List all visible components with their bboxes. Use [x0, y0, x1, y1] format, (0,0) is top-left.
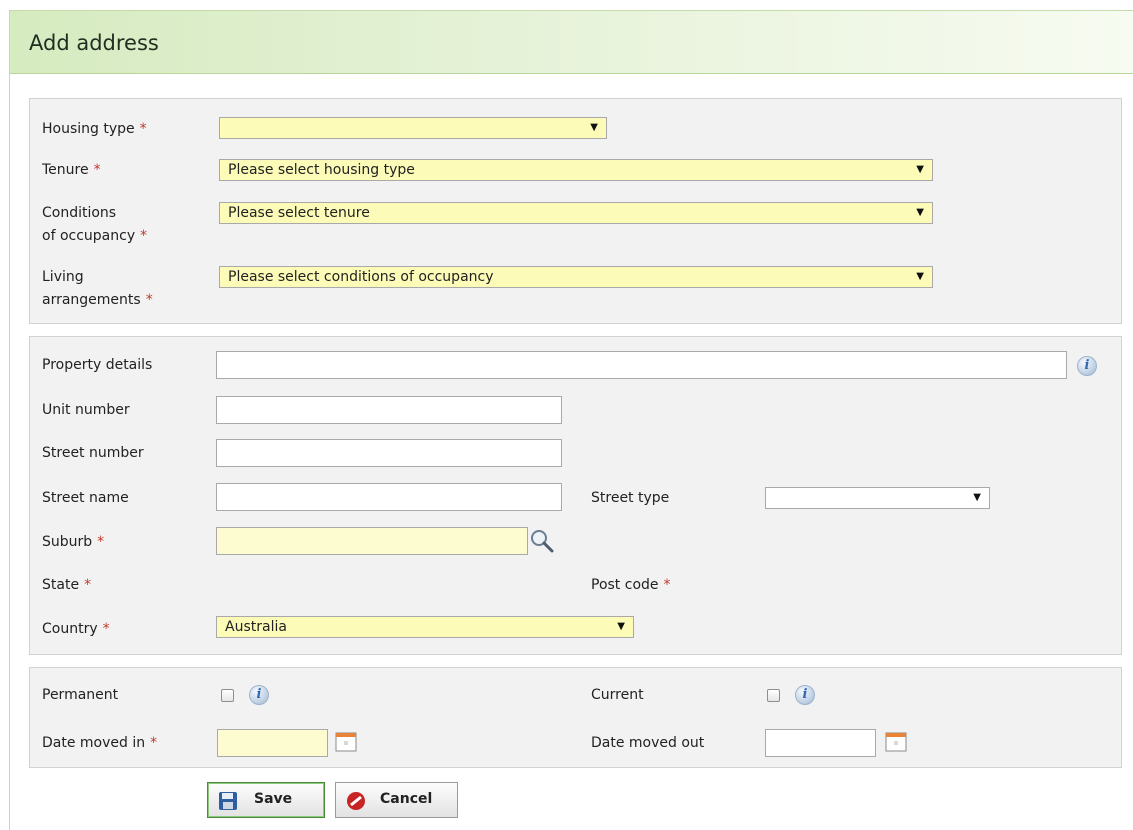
property-details-info-icon[interactable]: i: [1077, 356, 1097, 376]
permanent-label: Permanent: [42, 687, 119, 703]
country-select[interactable]: Australia ▼: [216, 616, 634, 638]
street-type-select[interactable]: ▼: [765, 487, 990, 509]
current-info-icon[interactable]: i: [795, 685, 815, 705]
state-label: State *: [42, 577, 92, 593]
chevron-down-icon: ▼: [590, 122, 598, 133]
living-arrangements-label-line2: arrangements *: [42, 292, 153, 308]
street-type-label: Street type: [591, 490, 670, 506]
save-button[interactable]: Save: [207, 782, 325, 818]
chevron-down-icon: ▼: [916, 207, 924, 218]
tenure-select[interactable]: Please select housing type ▼: [219, 159, 933, 181]
unit-number-input[interactable]: [216, 396, 562, 424]
frame-border: [9, 10, 10, 830]
suburb-input[interactable]: [216, 527, 528, 555]
cancel-button[interactable]: Cancel: [335, 782, 458, 818]
country-label: Country *: [42, 621, 110, 637]
date-moved-out-input[interactable]: [765, 729, 876, 757]
street-name-label: Street name: [42, 490, 129, 506]
suburb-label: Suburb *: [42, 534, 105, 550]
property-details-input[interactable]: [216, 351, 1067, 379]
no-entry-icon: [347, 792, 365, 810]
date-moved-in-input[interactable]: [217, 729, 328, 757]
current-checkbox[interactable]: [767, 689, 780, 702]
save-button-label: Save: [254, 791, 293, 807]
date-moved-out-label: Date moved out: [591, 735, 705, 751]
dialog-header: Add address: [10, 10, 1133, 74]
chevron-down-icon: ▼: [916, 164, 924, 175]
chevron-down-icon: ▼: [617, 621, 625, 632]
date-moved-in-label: Date moved in *: [42, 735, 158, 751]
property-details-label: Property details: [42, 357, 153, 373]
cancel-button-label: Cancel: [380, 791, 433, 807]
calendar-icon[interactable]: [335, 732, 357, 752]
chevron-down-icon: ▼: [916, 271, 924, 282]
conditions-of-occupancy-select[interactable]: Please select tenure ▼: [219, 202, 933, 224]
permanent-info-icon[interactable]: i: [249, 685, 269, 705]
tenure-label: Tenure *: [42, 162, 101, 178]
address-panel: Property details i Unit number Street nu…: [29, 336, 1122, 655]
post-code-label: Post code *: [591, 577, 671, 593]
calendar-icon[interactable]: [885, 732, 907, 752]
living-arrangements-select[interactable]: Please select conditions of occupancy ▼: [219, 266, 933, 288]
housing-type-label: Housing type *: [42, 121, 147, 137]
living-arrangements-label: Living: [42, 269, 84, 285]
permanent-checkbox[interactable]: [221, 689, 234, 702]
conditions-of-occupancy-label: Conditions: [42, 205, 117, 221]
street-number-input[interactable]: [216, 439, 562, 467]
occupancy-dates-panel: Permanent i Current i Date moved in * Dat…: [29, 667, 1122, 768]
unit-number-label: Unit number: [42, 402, 130, 418]
magnifier-icon[interactable]: [529, 528, 555, 554]
floppy-disk-icon: [219, 792, 237, 810]
housing-panel: Housing type * ▼ Tenure * Please select ho…: [29, 98, 1122, 324]
current-label: Current: [591, 687, 644, 703]
housing-type-select[interactable]: ▼: [219, 117, 607, 139]
street-number-label: Street number: [42, 445, 144, 461]
chevron-down-icon: ▼: [973, 492, 981, 503]
street-name-input[interactable]: [216, 483, 562, 511]
page-title: Add address: [29, 31, 159, 55]
conditions-of-occupancy-label-line2: of occupancy *: [42, 228, 148, 244]
